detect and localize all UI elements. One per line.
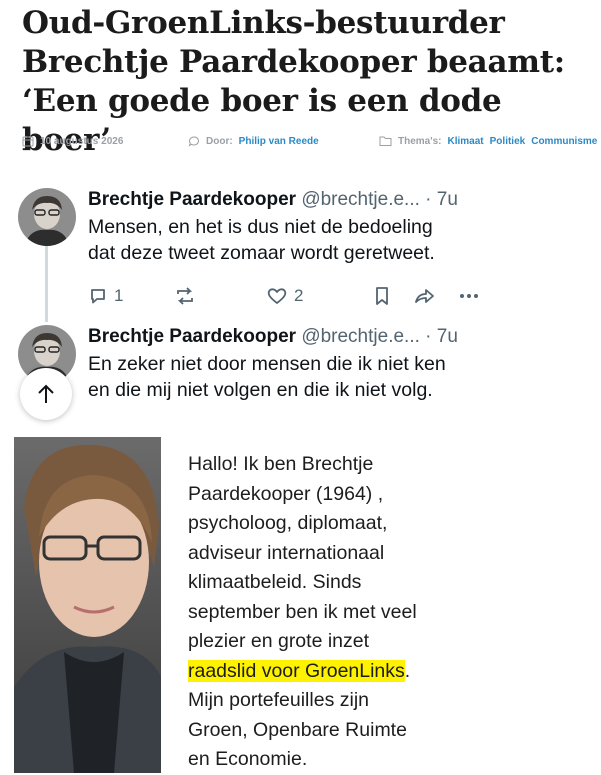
arrow-up-icon	[38, 384, 54, 403]
folder-icon	[379, 136, 392, 146]
tweet-text: Mensen, en het is dus niet de bedoeling …	[88, 214, 588, 266]
author-link[interactable]: Philip van Reede	[239, 136, 319, 147]
date-text: 10 augustus 2026	[40, 135, 124, 147]
bio-line: september ben ik met veel	[188, 600, 417, 623]
heart-icon	[267, 288, 287, 304]
article-meta: 10 augustus 2026 Door: Philip van Reede …	[22, 135, 597, 151]
bio-line: Paardekooper (1964) ,	[188, 482, 384, 505]
scroll-to-top-button[interactable]	[20, 368, 72, 420]
bio-line: en Economie.	[188, 748, 308, 770]
tweet-header: Brechtje Paardekooper @brechtje.e... · 7…	[88, 188, 458, 212]
more-options-button[interactable]	[458, 286, 480, 306]
tweet-text-line: En zeker niet door mensen die ik niet ke…	[88, 353, 446, 375]
highlighted-text: raadslid voor GroenLinks	[188, 659, 405, 682]
bio-line: klimaatbeleid. Sinds	[188, 571, 362, 593]
bio-line: Groen, Openbare Ruimte	[188, 718, 407, 741]
theme-link-politiek[interactable]: Politiek	[490, 136, 526, 147]
handle[interactable]: @brechtje.e...	[301, 189, 420, 210]
bio-line: Hallo! Ik ben Brechtje	[188, 453, 374, 475]
share-button[interactable]	[413, 286, 435, 306]
separator-dot: ·	[425, 326, 432, 347]
comment-icon	[188, 136, 199, 147]
bio-line: Mijn portefeuilles zijn	[188, 689, 369, 711]
meta-themes: Thema's: Klimaat Politiek Communisme	[379, 135, 601, 147]
reply-button[interactable]: 1	[88, 286, 123, 306]
theme-link-klimaat[interactable]: Klimaat	[448, 136, 484, 147]
bookmark-icon	[376, 287, 388, 305]
reply-icon	[91, 289, 105, 304]
tweet-text-line: Mensen, en het is dus niet de bedoeling	[88, 216, 433, 238]
avatar[interactable]	[18, 188, 76, 246]
reply-count: 1	[114, 286, 124, 305]
bio-line-end: .	[404, 659, 411, 682]
tweet-actions: 1 2	[88, 286, 488, 310]
display-name[interactable]: Brechtje Paardekooper	[88, 189, 296, 210]
retweet-icon	[177, 287, 193, 305]
bio-text: Hallo! Ik ben Brechtje Paardekooper (196…	[188, 450, 468, 775]
tweet-1: Brechtje Paardekooper @brechtje.e... · 7…	[18, 188, 598, 318]
retweet-button[interactable]	[174, 286, 196, 306]
timestamp[interactable]: 7u	[437, 326, 458, 347]
tweet-text-line: dat deze tweet zomaar wordt geretweet.	[88, 242, 435, 264]
portrait-photo	[14, 437, 161, 773]
bookmark-button[interactable]	[373, 286, 391, 306]
bio-line: psycholoog, diplomaat,	[188, 512, 388, 534]
theme-link-communisme[interactable]: Communisme	[531, 136, 597, 147]
like-count: 2	[294, 286, 304, 305]
display-name[interactable]: Brechtje Paardekooper	[88, 326, 296, 347]
bio-line: adviseur internationaal	[188, 541, 385, 564]
themes-label: Thema's:	[398, 135, 442, 147]
title-line: Brechtje Paardekooper beaamt:	[22, 44, 565, 80]
tweet-text: En zeker niet door mensen die ik niet ke…	[88, 351, 588, 403]
tweet-text-line: en die mij niet volgen en die ik niet vo…	[88, 379, 433, 401]
meta-date: 10 augustus 2026	[22, 135, 129, 147]
separator-dot: ·	[425, 189, 432, 210]
tweet-2: Brechtje Paardekooper @brechtje.e... · 7…	[18, 325, 598, 415]
more-icon	[460, 294, 478, 298]
author-label: Door:	[206, 135, 233, 147]
timestamp[interactable]: 7u	[437, 189, 458, 210]
bio-line: plezier en grote inzet	[188, 630, 370, 652]
like-button[interactable]: 2	[266, 286, 303, 306]
share-icon	[415, 289, 434, 303]
tweet-header: Brechtje Paardekooper @brechtje.e... · 7…	[88, 325, 458, 349]
title-line: Oud-GroenLinks-bestuurder	[22, 5, 505, 41]
meta-author: Door: Philip van Reede	[188, 135, 325, 147]
handle[interactable]: @brechtje.e...	[301, 326, 420, 347]
calendar-icon	[22, 136, 34, 147]
